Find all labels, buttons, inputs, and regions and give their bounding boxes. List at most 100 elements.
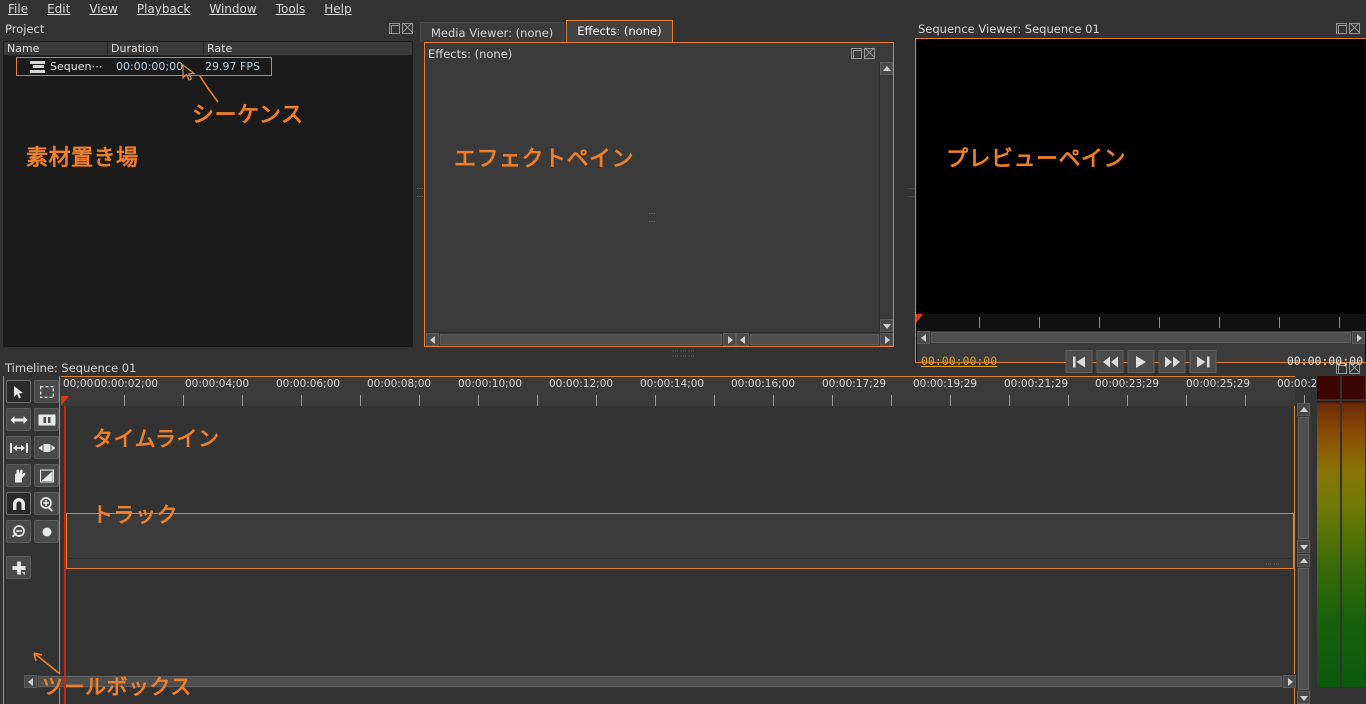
effects-scroll-down-button[interactable] [880,319,893,332]
video-preview-surface[interactable] [917,39,1365,314]
audio-meters-panel [1316,376,1366,687]
timeline-vertical-scrollbar-top[interactable] [1296,403,1311,553]
timeline-track-area[interactable]: ⋯⋯ [61,406,1295,704]
annotation-sequence: シーケンス [192,103,304,128]
timeline-scroll-right-button[interactable] [1283,675,1296,688]
add-tool[interactable] [6,556,31,579]
effects-scroll-left-button[interactable] [426,333,439,346]
timeline-playhead-icon[interactable] [61,396,69,406]
ruler-label: 00:00:25;29 [1186,378,1251,390]
effects-horizontal-scrollbar-right[interactable] [736,332,893,346]
track-resize-grip-icon[interactable]: ⋯⋯ [1265,561,1281,568]
effects-restore-icon[interactable] [851,48,862,59]
menu-item-file[interactable]: File [8,0,28,19]
trim-tool[interactable] [34,408,59,431]
go-to-end-button[interactable] [1189,350,1217,373]
effects-hscroll-thumb-2[interactable] [750,334,879,345]
row-cell-name: Sequen⋯ [50,60,103,73]
viewer-timeline-ruler[interactable] [917,314,1365,331]
ripple-tool[interactable] [6,436,31,459]
slip-tool[interactable] [34,436,59,459]
timeline-panel-title: Timeline: Sequence 01 [5,361,137,375]
viewer-scroll-right-button[interactable] [1352,331,1365,344]
hand-tool[interactable] [6,464,31,487]
ruler-label: 00:00:14;00 [640,378,705,390]
project-panel-title: Project [5,22,45,36]
timeline-scroll-up-button[interactable] [1297,403,1310,416]
ruler-label: 00;00 [63,378,94,390]
menu-item-window[interactable]: Window [209,0,256,19]
timeline-restore-icon[interactable] [1336,363,1347,374]
current-timecode[interactable]: 00:00:00:00 [921,354,997,368]
viewer-restore-icon[interactable] [1336,23,1347,34]
ruler-label: 00:00:06;00 [276,378,341,390]
effects-panel-title: Effects: (none) [428,47,513,61]
timeline-vscroll-thumb[interactable] [1298,417,1309,539]
menu-item-view[interactable]: View [89,0,117,19]
viewer-scroll-thumb[interactable] [931,332,1351,343]
column-header-duration[interactable]: Duration [108,42,204,55]
project-close-icon[interactable] [402,22,413,34]
effects-scroll-right-button-2[interactable] [880,333,893,346]
viewer-close-icon[interactable] [1349,22,1360,34]
menu-item-help[interactable]: Help [324,0,351,19]
fade-tool[interactable] [34,464,59,487]
play-button[interactable] [1127,350,1155,373]
splitter-project-effects[interactable]: ⋮⋮ [416,40,424,350]
column-header-rate[interactable]: Rate [204,42,412,55]
table-row[interactable]: Sequen⋯ 00:00:00;00 29.97 FPS [17,58,271,75]
tab-media-viewer[interactable]: Media Viewer: (none) [420,22,565,42]
timeline-scroll-up-button-2[interactable] [1297,554,1310,567]
timeline-close-icon[interactable] [1349,362,1360,374]
timeline-hscroll-thumb[interactable] [38,676,1282,687]
splitter-grip: ⋮⋮ [416,185,424,201]
mouse-cursor-icon [182,64,196,81]
rewind-button[interactable] [1096,350,1124,373]
splitter-effects-viewer[interactable]: ⋮⋮ [907,40,915,350]
project-restore-icon[interactable] [389,23,400,34]
timeline-track[interactable]: ⋯⋯ [66,513,1294,569]
sequence-viewer-panel: Sequence Viewer: Sequence 01 00:00:00:00… [915,19,1366,373]
annotation-track: トラック [92,503,178,527]
project-column-headers: Name Duration Rate [4,42,412,56]
effects-scroll-left-button-2[interactable] [736,333,749,346]
selection-tool[interactable] [6,380,31,403]
marquee-tool[interactable] [34,380,59,403]
effects-scroll-right-button[interactable] [723,333,736,346]
go-to-start-button[interactable] [1065,350,1093,373]
timeline-scroll-down-button[interactable] [1297,540,1310,553]
timeline-scroll-left-button[interactable] [24,675,37,688]
effects-close-icon[interactable] [864,47,875,59]
effects-vertical-scrollbar[interactable] [879,62,893,332]
row-cell-rate: 29.97 FPS [205,60,260,73]
zoom-out-tool[interactable] [6,520,31,543]
ruler-label: 00:00:02;00 [94,378,159,390]
track-content-row[interactable] [68,515,1292,559]
menu-file-label: File [8,2,29,16]
timeline-ruler[interactable]: 00;00 00:00:02;00 00:00:04;00 00:00:06;0… [61,376,1341,406]
zoom-in-tool[interactable] [34,492,59,515]
move-tool[interactable] [6,408,31,431]
viewer-scroll-left-button[interactable] [917,331,930,344]
fast-forward-button[interactable] [1158,350,1186,373]
timeline-vscroll-thumb-2[interactable] [1298,568,1309,690]
tab-effects[interactable]: Effects: (none) [566,20,673,42]
menu-item-tools[interactable]: Tools [276,0,306,19]
record-tool[interactable] [34,520,59,543]
menu-item-edit[interactable]: Edit [47,0,70,19]
timeline-scroll-down-button-2[interactable] [1297,691,1310,704]
effects-scroll-up-button[interactable] [880,62,893,75]
snap-tool[interactable] [6,492,31,515]
viewer-playhead-icon[interactable] [916,314,923,323]
viewer-horizontal-scrollbar[interactable] [917,331,1365,345]
effects-horizontal-scrollbar-left[interactable] [426,332,736,346]
menu-item-playback[interactable]: Playback [137,0,191,19]
effects-content-area[interactable]: ⋮⋮ [426,63,878,332]
audio-meter-right [1342,376,1365,687]
timeline-horizontal-scrollbar[interactable] [24,674,1296,688]
project-media-list[interactable]: Name Duration Rate Sequen⋯ 00:00:00;00 2… [3,41,413,347]
ruler-label: 00:00:16;00 [731,378,796,390]
column-header-name[interactable]: Name [4,42,108,55]
effects-hscroll-thumb[interactable] [440,334,722,345]
timeline-vertical-scrollbar-bottom[interactable] [1296,554,1311,704]
